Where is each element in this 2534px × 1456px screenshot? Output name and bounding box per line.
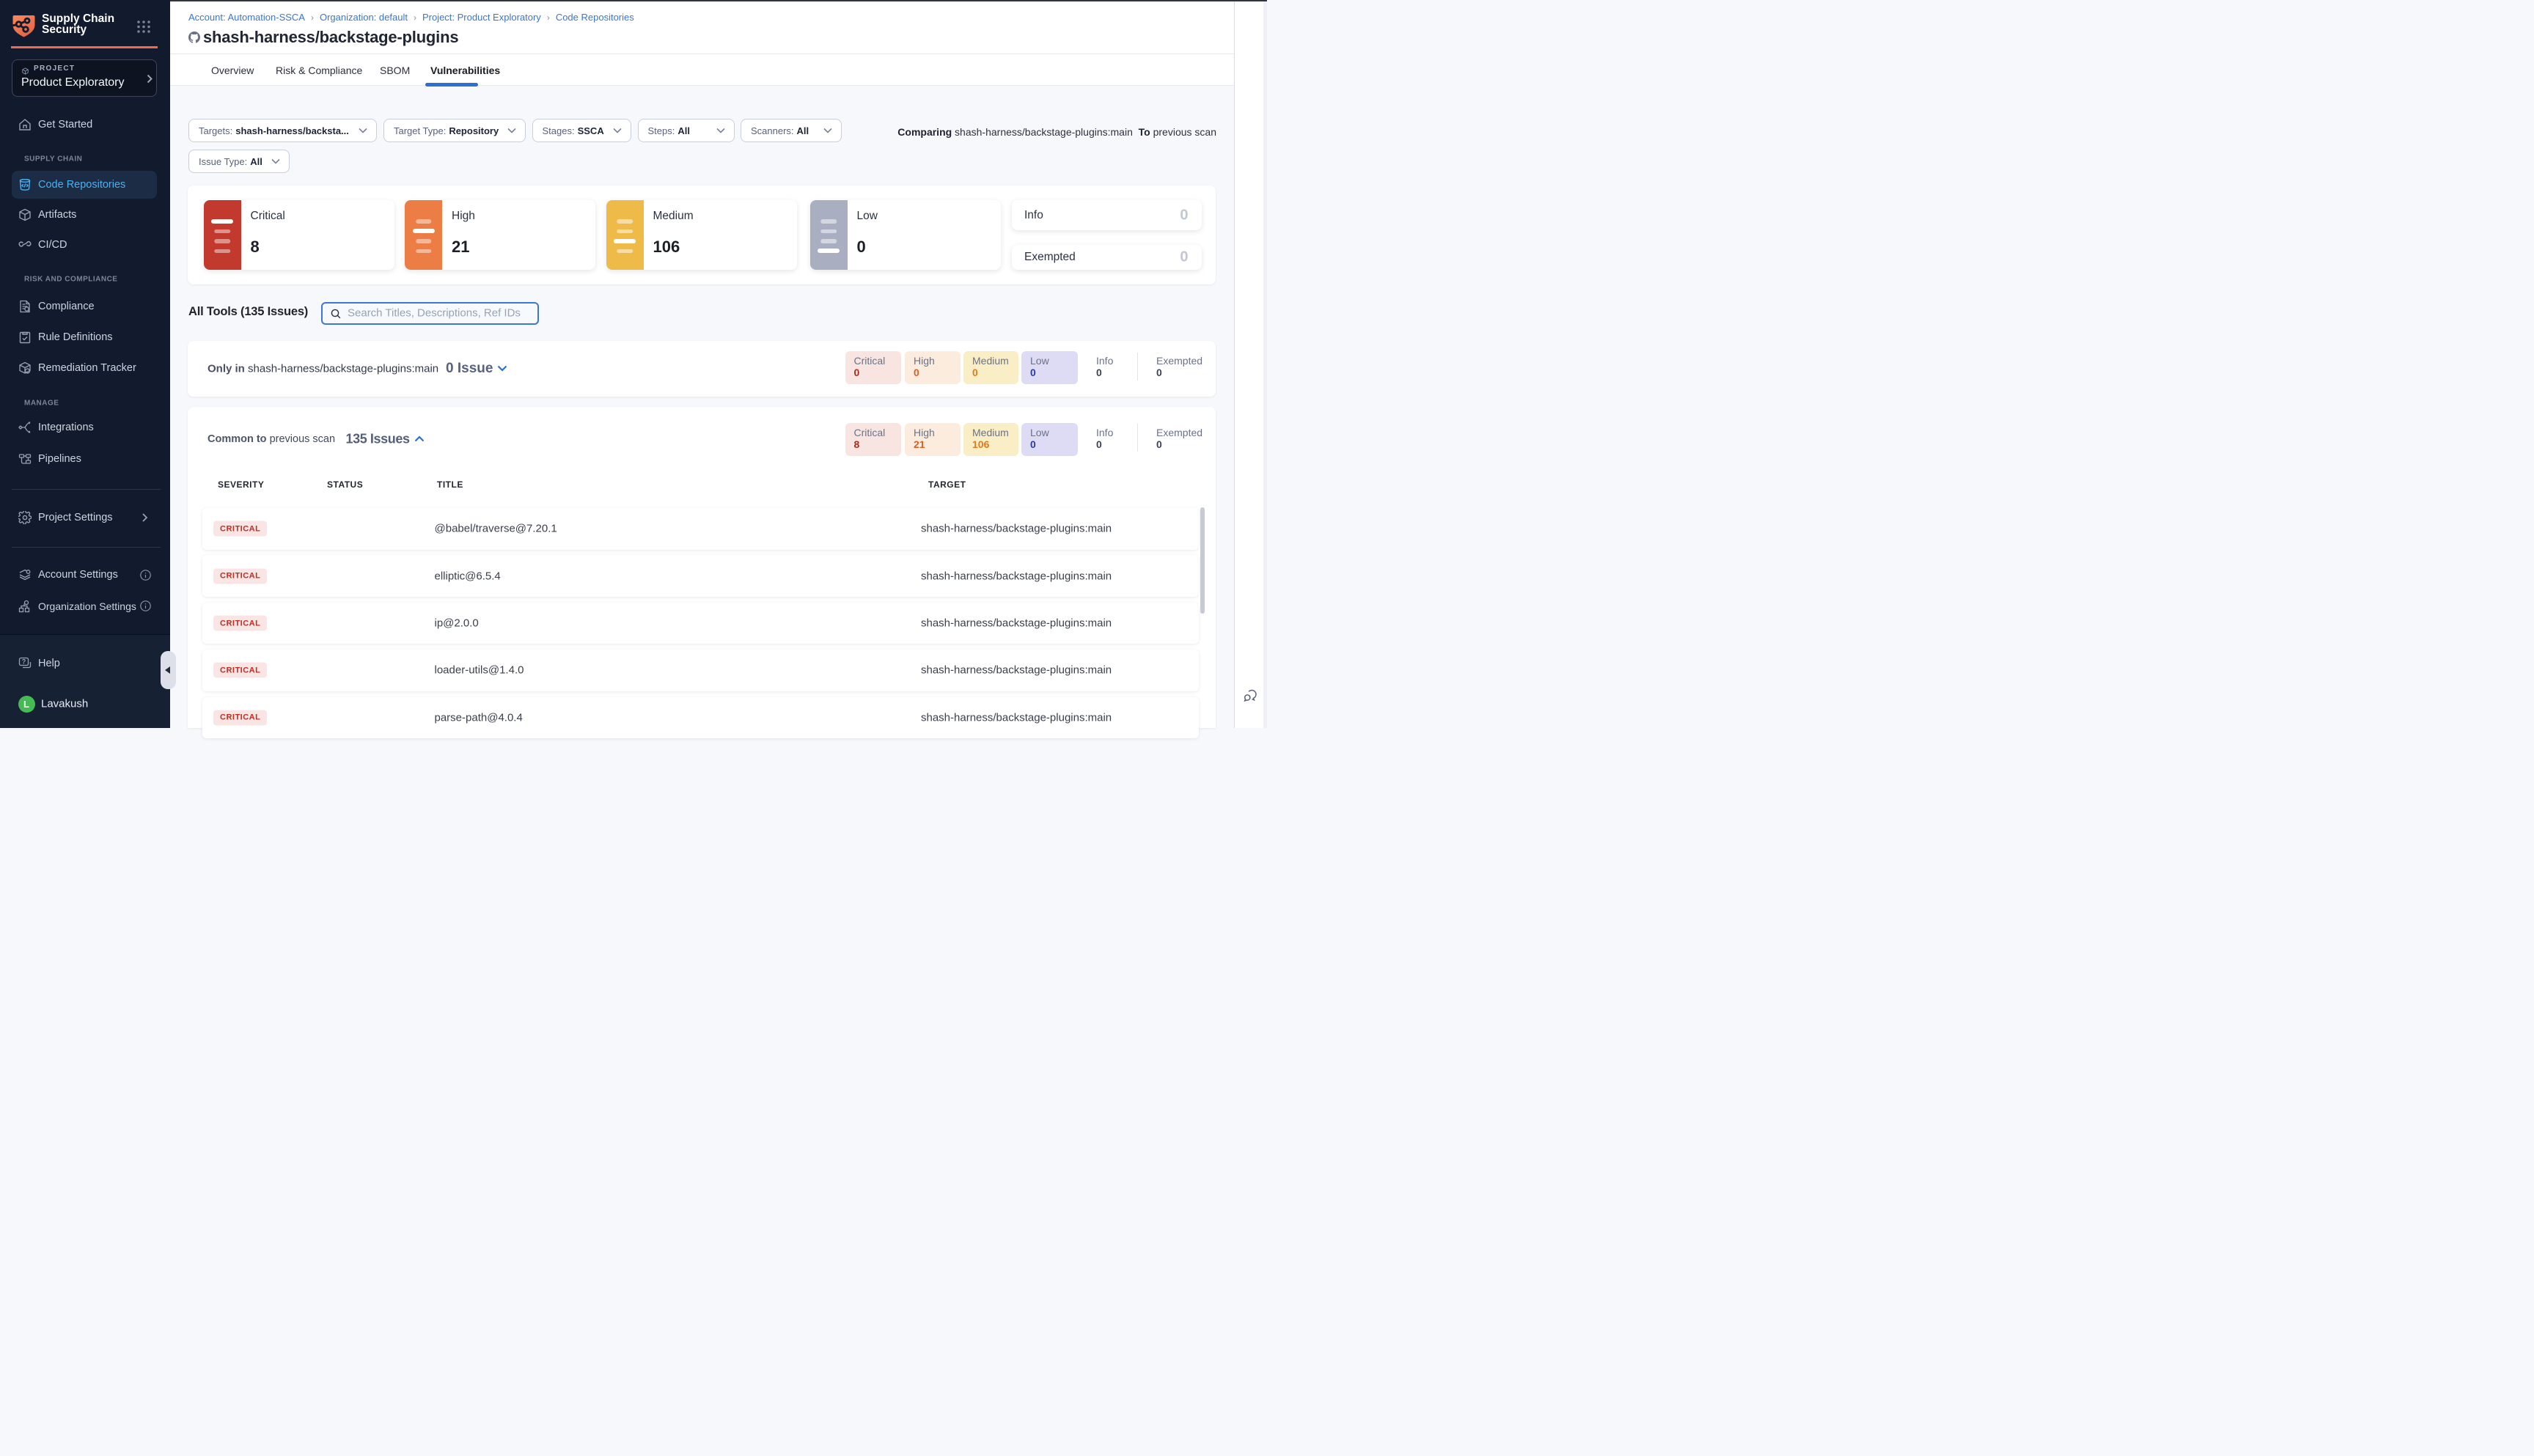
svg-text:?: ?: [22, 658, 26, 665]
